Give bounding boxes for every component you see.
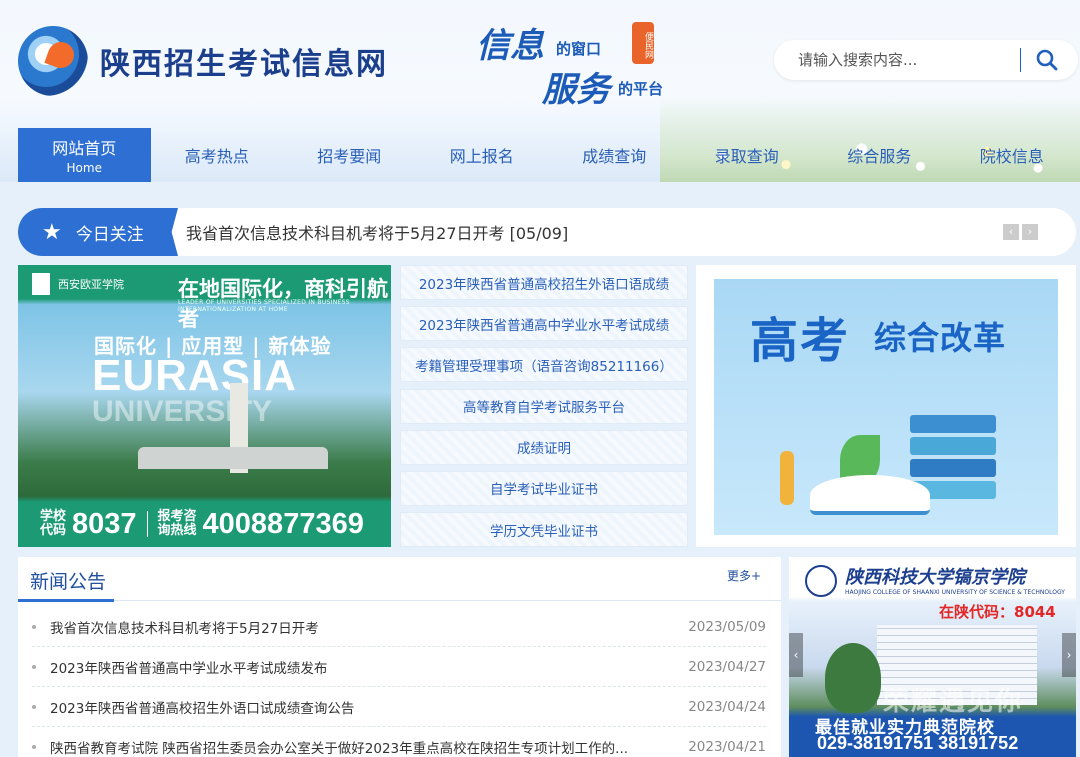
- today-focus-badge: ★ 今日关注: [18, 208, 178, 256]
- ticker-arrows: ‹ ›: [1003, 224, 1038, 240]
- news-item-date: 2023/04/21: [688, 738, 766, 755]
- news-item-date: 2023/04/27: [688, 658, 766, 675]
- slogan-line2: 服务: [542, 70, 610, 110]
- site-header: 陕西招生考试信息网 信息 的窗口 便民网 服务 的平台 网站首页 Home 高考…: [0, 0, 1080, 182]
- bullet-icon: [32, 664, 36, 669]
- hotline-number: 4008877369: [202, 507, 364, 540]
- bullet-icon: [32, 624, 36, 629]
- slogan-line2-small: 的平台: [618, 80, 664, 98]
- quick-links: 2023年陕西省普通高校招生外语口语成绩 2023年陕西省普通高中学业水平考试成…: [400, 265, 688, 553]
- news-title: 新闻公告: [30, 571, 107, 593]
- news-panel: 新闻公告 更多+ 我省首次信息技术科目机考将于5月27日开考 2023/05/0…: [18, 557, 781, 757]
- ad-college-code: 在陕代码：8044: [939, 603, 1056, 621]
- today-focus-bar: ★ 今日关注 我省首次信息技术科目机考将于5月27日开考 [05/09] ‹ ›: [18, 208, 1076, 256]
- banner-headline-en: LEADER OF UNIVERSITIES SPECIALIZED IN BU…: [178, 299, 350, 313]
- nav-item-online-registration[interactable]: 网上报名: [416, 128, 549, 182]
- carousel-prev-icon[interactable]: ‹: [789, 633, 803, 677]
- nav-item-college-info[interactable]: 院校信息: [946, 128, 1079, 182]
- news-header: 新闻公告 更多+: [18, 557, 781, 602]
- banner-contact: 学校 代码 8037 报考咨 询热线 4008877369: [18, 501, 391, 547]
- news-item-text: 陕西省教育考试院 陕西省招生委员会办公室关于做好2023年重点高校在陕招生专项计…: [50, 740, 629, 757]
- news-item-text: 2023年陕西省普通高校招生外语口试成绩查询公告: [50, 700, 355, 717]
- news-item-date: 2023/04/24: [688, 698, 766, 715]
- banner-divider: [146, 511, 148, 537]
- slogan-line1-small: 的窗口: [556, 40, 602, 58]
- bullet-icon: [32, 704, 36, 709]
- search-icon: [1036, 49, 1058, 71]
- site-title: 陕西招生考试信息网: [100, 47, 388, 82]
- nav-item-services[interactable]: 综合服务: [813, 128, 946, 182]
- eurasia-university-banner[interactable]: 西安欧亚学院 在地国际化，商科引航者 LEADER OF UNIVERSITIE…: [18, 265, 391, 547]
- bullet-icon: [32, 744, 36, 749]
- today-focus-label: 今日关注: [75, 224, 144, 245]
- main-nav: 网站首页 Home 高考热点 招考要闻 网上报名 成绩查询 录取查询 综合服务 …: [18, 128, 1080, 182]
- star-icon: ★: [42, 219, 62, 245]
- banner-big-text: EURASIA: [92, 351, 298, 400]
- news-item-text: 2023年陕西省普通高中学业水平考试成绩发布: [50, 660, 328, 677]
- today-focus-headline[interactable]: 我省首次信息技术科目机考将于5月27日开考 [05/09]: [186, 220, 1003, 244]
- gaokao-reform-image: 高考 综合改革: [714, 279, 1058, 535]
- reform-title-small: 综合改革: [874, 319, 1007, 357]
- news-item[interactable]: 我省首次信息技术科目机考将于5月27日开考 2023/05/09: [32, 607, 766, 647]
- chevron-left-icon[interactable]: ‹: [1003, 224, 1019, 240]
- nav-item-sublabel: Home: [66, 161, 102, 175]
- site-logo[interactable]: 陕西招生考试信息网: [18, 26, 388, 96]
- news-item[interactable]: 2023年陕西省普通高中学业水平考试成绩发布 2023/04/27: [32, 647, 766, 687]
- header-slogan: 信息 的窗口 便民网 服务 的平台: [476, 18, 686, 110]
- search-button[interactable]: [1021, 40, 1073, 80]
- hotline-label: 报考咨 询热线: [157, 509, 197, 538]
- school-code: 8037: [72, 507, 137, 540]
- ad-college-name-en: HAOJING COLLEGE OF SHAANXI UNIVERSITY OF…: [845, 589, 1065, 596]
- school-logo-icon: [32, 273, 50, 295]
- quick-link-score-certificate[interactable]: 成绩证明: [400, 429, 688, 465]
- slogan-seal: 便民网: [632, 22, 654, 64]
- news-item-date: 2023/05/09: [688, 618, 766, 635]
- nav-item-gaokao-hot[interactable]: 高考热点: [151, 128, 284, 182]
- carousel-next-icon[interactable]: ›: [1062, 633, 1076, 677]
- news-item[interactable]: 陕西省教育考试院 陕西省招生委员会办公室关于做好2023年重点高校在陕招生专项计…: [32, 727, 766, 757]
- search-input[interactable]: [798, 51, 1018, 69]
- chevron-right-icon[interactable]: ›: [1022, 224, 1038, 240]
- quick-link-oral-score[interactable]: 2023年陕西省普通高校招生外语口语成绩: [400, 265, 688, 300]
- nav-item-score-query[interactable]: 成绩查询: [548, 128, 681, 182]
- quick-link-diploma[interactable]: 学历文凭毕业证书: [400, 512, 688, 548]
- banner-school-name: 西安欧亚学院: [58, 278, 124, 291]
- quick-link-self-study-diploma[interactable]: 自学考试毕业证书: [400, 470, 688, 506]
- nav-item-exam-news[interactable]: 招考要闻: [283, 128, 416, 182]
- logo-emblem-icon: [18, 26, 88, 96]
- search-bar: [774, 40, 1078, 80]
- ad-college-name: 陕西科技大学镐京学院: [845, 567, 1025, 588]
- nav-item-label: 网站首页: [52, 139, 117, 158]
- news-more-link[interactable]: 更多+: [727, 567, 761, 584]
- quick-link-registration-affairs[interactable]: 考籍管理受理事项（语音咨询85211166）: [400, 347, 688, 383]
- banner-school: 西安欧亚学院: [32, 273, 124, 295]
- nav-item-home[interactable]: 网站首页 Home: [18, 128, 151, 182]
- school-code-label: 学校 代码: [40, 509, 67, 538]
- news-item-text: 我省首次信息技术科目机考将于5月27日开考: [50, 620, 319, 637]
- haojing-college-ad[interactable]: 陕西科技大学镐京学院 HAOJING COLLEGE OF SHAANXI UN…: [789, 557, 1076, 757]
- quick-link-self-study-platform[interactable]: 高等教育自学考试服务平台: [400, 388, 688, 424]
- ad-phone: 029-38191751 38191752: [817, 733, 1019, 753]
- slogan-line1: 信息: [476, 26, 544, 66]
- ad-tree: [825, 643, 881, 713]
- banner-building: [138, 447, 328, 469]
- news-item[interactable]: 2023年陕西省普通高校招生外语口试成绩查询公告 2023/04/24: [32, 687, 766, 727]
- news-title-underline: [18, 599, 114, 602]
- college-seal-icon: [805, 565, 837, 597]
- gaokao-reform-banner[interactable]: 高考 综合改革: [696, 265, 1076, 547]
- nav-item-admission-query[interactable]: 录取查询: [681, 128, 814, 182]
- reform-title-big: 高考: [750, 313, 851, 369]
- person-illustration: [780, 451, 794, 505]
- open-book-illustration: [810, 475, 930, 515]
- quick-link-academic-score[interactable]: 2023年陕西省普通高中学业水平考试成绩: [400, 306, 688, 342]
